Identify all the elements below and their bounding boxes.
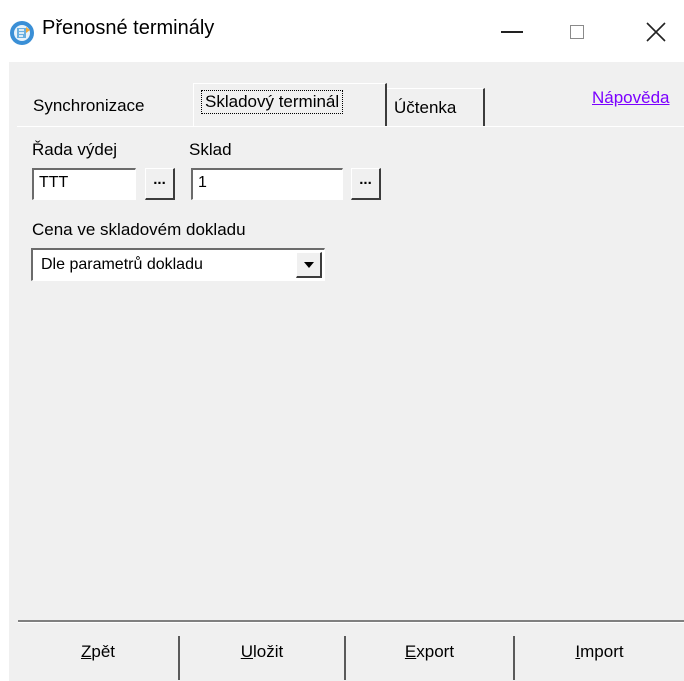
window-title: Přenosné terminály — [42, 17, 215, 39]
tab-strip-border — [17, 126, 684, 127]
export-button[interactable]: Export — [346, 635, 513, 681]
tab-label: Účtenka — [394, 98, 457, 117]
export-label: xport — [416, 642, 455, 661]
close-button[interactable] — [628, 8, 684, 56]
tab-label: Skladový terminál — [201, 90, 344, 114]
help-link[interactable]: Nápověda — [592, 88, 670, 108]
rada-vydej-input[interactable]: TTT — [32, 168, 136, 200]
sklad-input[interactable]: 1 — [191, 168, 343, 200]
maximize-icon — [570, 25, 584, 39]
sklad-label: Sklad — [189, 140, 232, 159]
save-accel: U — [240, 642, 254, 661]
close-icon — [646, 22, 666, 42]
dropdown-button[interactable] — [296, 252, 322, 278]
title-bar: Přenosné terminály — [0, 0, 684, 62]
rada-vydej-browse-button[interactable]: ... — [145, 168, 175, 200]
back-button[interactable]: Zpět — [18, 635, 178, 681]
price-select[interactable]: Dle parametrů dokladu — [31, 248, 325, 281]
export-accel: E — [404, 642, 417, 661]
import-label: mport — [580, 642, 624, 661]
minimize-button[interactable] — [484, 8, 540, 56]
tab-skladovy-terminal[interactable]: Skladový terminál — [193, 83, 387, 127]
tab-synchronizace[interactable]: Synchronizace — [17, 88, 193, 122]
chevron-down-icon — [304, 262, 314, 268]
save-button[interactable]: Uložit — [180, 635, 344, 681]
sklad-browse-button[interactable]: ... — [351, 168, 381, 200]
window-client: Synchronizace Skladový terminál Účtenka … — [9, 62, 684, 681]
save-label: ložit — [253, 642, 284, 661]
minimize-icon — [501, 31, 523, 33]
rada-vydej-label: Řada výdej — [32, 140, 118, 159]
price-label: Cena ve skladovém dokladu — [32, 220, 246, 239]
app-icon — [10, 21, 34, 45]
back-accel: Z — [80, 642, 92, 661]
tab-label: Synchronizace — [33, 96, 145, 115]
tab-uctenka[interactable]: Účtenka — [387, 88, 485, 126]
separator-highlight — [18, 622, 684, 623]
maximize-button[interactable] — [549, 8, 605, 56]
back-label: pět — [91, 642, 116, 661]
price-select-value: Dle parametrů dokladu — [41, 256, 203, 273]
import-button[interactable]: Import — [515, 635, 684, 681]
